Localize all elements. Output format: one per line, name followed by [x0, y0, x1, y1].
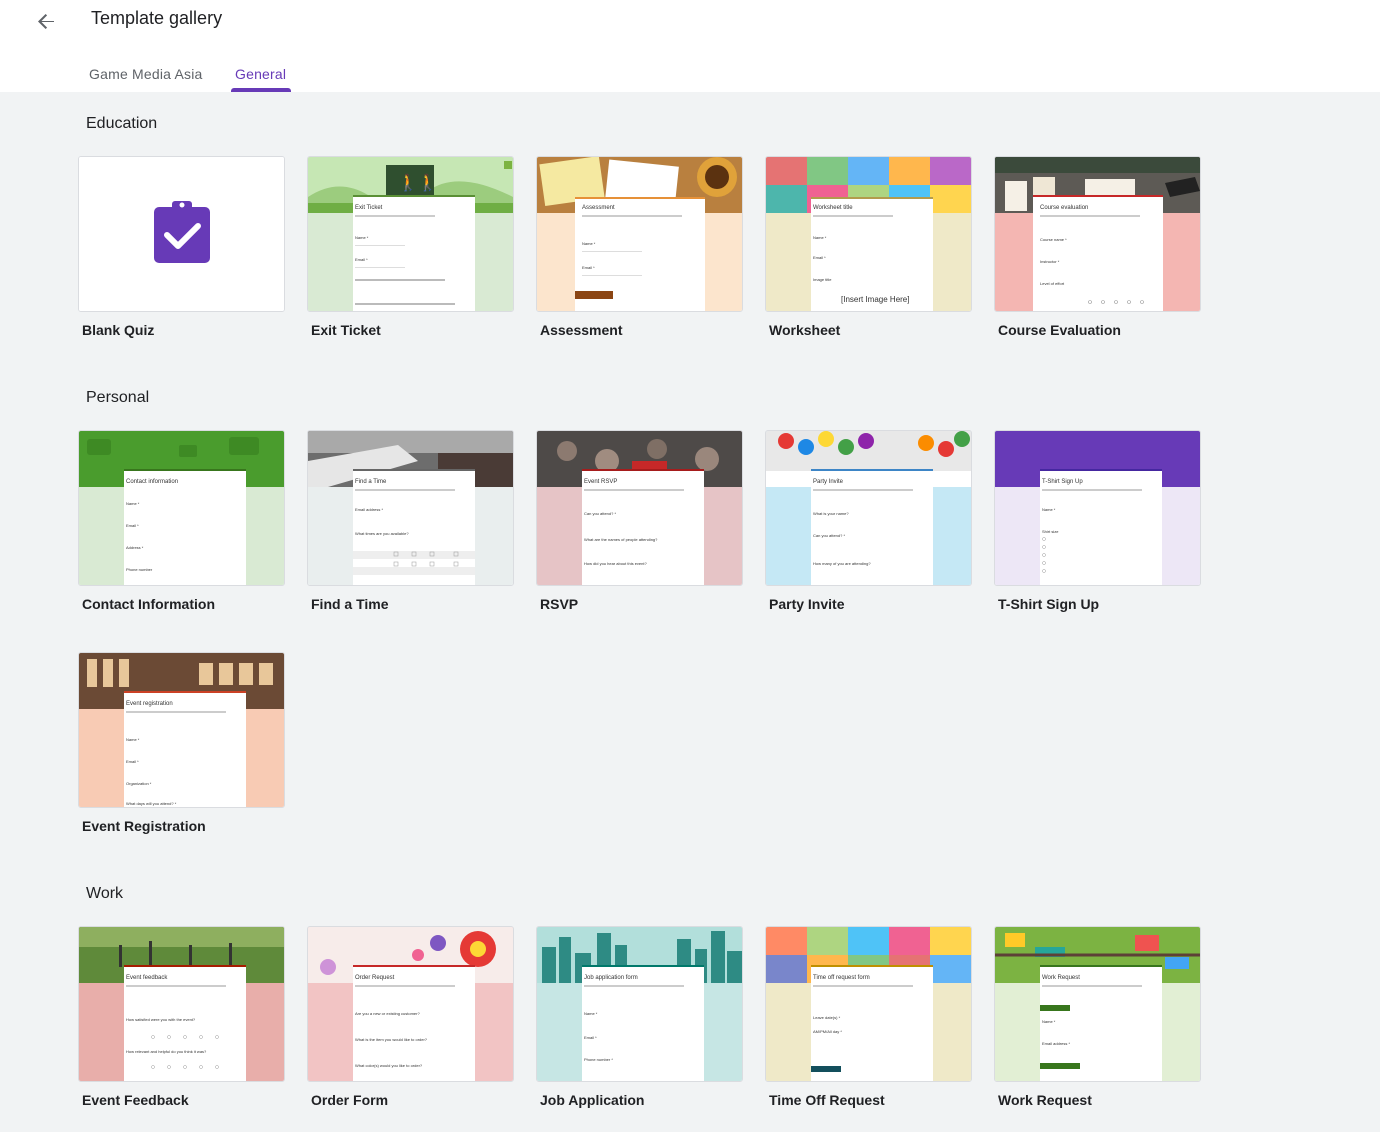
template-card-course-evaluation[interactable]: Course evaluation Course name * Instruct… [994, 156, 1201, 312]
svg-text:Name *: Name * [1042, 1019, 1056, 1024]
svg-text:Image title: Image title [813, 277, 832, 282]
svg-text:Assessment: Assessment [582, 205, 615, 211]
svg-text:Name *: Name * [1042, 507, 1056, 512]
template-label: Contact Information [82, 596, 215, 612]
template-label: Find a Time [311, 596, 389, 612]
svg-text:How did you hear about this ev: How did you hear about this event? [584, 561, 647, 566]
template-label: Course Evaluation [998, 322, 1121, 338]
svg-text:Phone number *: Phone number * [584, 1057, 613, 1062]
svg-text:Course evaluation: Course evaluation [1040, 205, 1088, 211]
svg-text:Name *: Name * [126, 737, 140, 742]
template-label: RSVP [540, 596, 579, 612]
svg-text:Phone number: Phone number [126, 567, 153, 572]
svg-text:Contact information: Contact information [126, 479, 178, 485]
svg-text:Email *: Email * [126, 523, 139, 528]
template-label: T-Shirt Sign Up [998, 596, 1100, 612]
svg-text:Email *: Email * [355, 257, 368, 262]
worksheet-image-placeholder: [Insert Image Here] [841, 295, 909, 304]
svg-text:What days will you attend? *: What days will you attend? * [126, 801, 177, 806]
svg-text:Event feedback: Event feedback [126, 975, 168, 981]
svg-text:Email address *: Email address * [355, 507, 383, 512]
svg-text:Email *: Email * [126, 759, 139, 764]
template-label: Event Feedback [82, 1092, 189, 1108]
template-label: Blank Quiz [82, 322, 155, 338]
template-label: Assessment [540, 322, 623, 338]
template-label: Event Registration [82, 818, 206, 834]
template-card-job-application[interactable]: Job application form Name * Email * Phon… [536, 926, 743, 1082]
section-title-education: Education [86, 115, 158, 132]
svg-text:AM/PM/All day *: AM/PM/All day * [813, 1029, 842, 1034]
svg-text:What times are you available?: What times are you available? [355, 531, 409, 536]
template-card-event-feedback[interactable]: Event feedback How satisfied were you wi… [78, 926, 285, 1082]
svg-text:Party Invite: Party Invite [813, 479, 844, 485]
svg-text:Name *: Name * [584, 1011, 598, 1016]
template-label: Order Form [311, 1092, 389, 1108]
svg-text:Name *: Name * [813, 235, 827, 240]
tab-game-media-asia[interactable]: Game Media Asia [89, 66, 203, 82]
svg-text:Leave date(s) *: Leave date(s) * [813, 1015, 841, 1020]
svg-text:Email address *: Email address * [1042, 1041, 1070, 1046]
svg-text:Job application form: Job application form [584, 975, 638, 981]
svg-text:Name *: Name * [126, 501, 140, 506]
section-title-personal: Personal [86, 389, 150, 406]
tab-general[interactable]: General [235, 66, 286, 82]
template-card-order-form[interactable]: Order Request Are you a new or existing … [307, 926, 514, 1082]
template-card-event-registration[interactable]: Event registration Name * Email * Organi… [78, 652, 285, 808]
template-label: Job Application [540, 1092, 645, 1108]
template-card-contact-information[interactable]: Contact information Name * Email * Addre… [78, 430, 285, 586]
svg-text:Event registration: Event registration [126, 701, 173, 707]
template-label: Time Off Request [769, 1092, 885, 1108]
template-card-rsvp[interactable]: Event RSVP Can you attend? * What are th… [536, 430, 743, 586]
quiz-clipboard-icon [154, 201, 210, 263]
template-label: Worksheet [769, 322, 841, 338]
arrow-back-icon[interactable] [30, 6, 62, 38]
svg-text:Work Request: Work Request [1042, 975, 1080, 981]
svg-text:How satisfied were you with th: How satisfied were you with the event? [126, 1017, 196, 1022]
svg-text:Name *: Name * [355, 235, 369, 240]
template-label: Exit Ticket [311, 322, 381, 338]
svg-text:Organization *: Organization * [126, 781, 152, 786]
svg-text:Course name *: Course name * [1040, 237, 1067, 242]
svg-text:Shirt size: Shirt size [1042, 529, 1059, 534]
template-card-work-request[interactable]: Work Request Name * Email address * [994, 926, 1201, 1082]
svg-text:What color(s) would you like t: What color(s) would you like to order? [355, 1063, 423, 1068]
svg-text:Can you attend? *: Can you attend? * [584, 511, 616, 516]
svg-text:Exit Ticket: Exit Ticket [355, 205, 383, 211]
svg-text:T-Shirt Sign Up: T-Shirt Sign Up [1042, 479, 1083, 485]
svg-text:Event RSVP: Event RSVP [584, 479, 617, 485]
template-card-worksheet[interactable]: Worksheet title Name * Email * Image tit… [765, 156, 972, 312]
svg-text:Email *: Email * [813, 255, 826, 260]
template-card-party-invite[interactable]: Party Invite What is your name? Can you … [765, 430, 972, 586]
svg-text:🚶🚶: 🚶🚶 [398, 173, 438, 192]
svg-text:How many of you are attending?: How many of you are attending? [813, 561, 871, 566]
worksheet-form-title: Worksheet title [813, 205, 853, 211]
svg-text:Instructor *: Instructor * [1040, 259, 1060, 264]
svg-text:Time off request form: Time off request form [813, 975, 870, 981]
template-card-assessment[interactable]: Assessment Name * Email * [536, 156, 743, 312]
svg-text:What are the names of people a: What are the names of people attending? [584, 537, 658, 542]
template-card-blank-quiz[interactable] [78, 156, 285, 312]
svg-text:What is your name?: What is your name? [813, 511, 849, 516]
template-label: Work Request [998, 1092, 1092, 1108]
svg-text:How relevant and helpful do yo: How relevant and helpful do you think it… [126, 1049, 207, 1054]
svg-text:Can you attend? *: Can you attend? * [813, 533, 845, 538]
template-card-time-off-request[interactable]: Time off request form Leave date(s) * AM… [765, 926, 972, 1082]
template-card-tshirt-sign-up[interactable]: T-Shirt Sign Up Name * Shirt size [994, 430, 1201, 586]
template-label: Party Invite [769, 596, 845, 612]
svg-text:Find a Time: Find a Time [355, 479, 387, 485]
section-title-work: Work [86, 885, 124, 902]
page-title: Template gallery [91, 8, 223, 28]
svg-text:Order Request: Order Request [355, 975, 395, 981]
svg-text:Level of effort: Level of effort [1040, 281, 1065, 286]
svg-text:Name *: Name * [582, 241, 596, 246]
svg-text:Address *: Address * [126, 545, 144, 550]
template-card-find-a-time[interactable]: Find a Time Email address * What times a… [307, 430, 514, 586]
top-bar: Template gallery Game Media Asia General [0, 0, 1380, 92]
active-tab-indicator [231, 88, 291, 92]
svg-text:What is the item you would lik: What is the item you would like to order… [355, 1037, 428, 1042]
template-card-exit-ticket[interactable]: 🚶🚶 Exit Ticket Name * Email * [307, 156, 514, 312]
svg-text:Email *: Email * [582, 265, 595, 270]
svg-text:Email *: Email * [584, 1035, 597, 1040]
svg-text:Are you a new or existing cust: Are you a new or existing customer? [355, 1011, 420, 1016]
